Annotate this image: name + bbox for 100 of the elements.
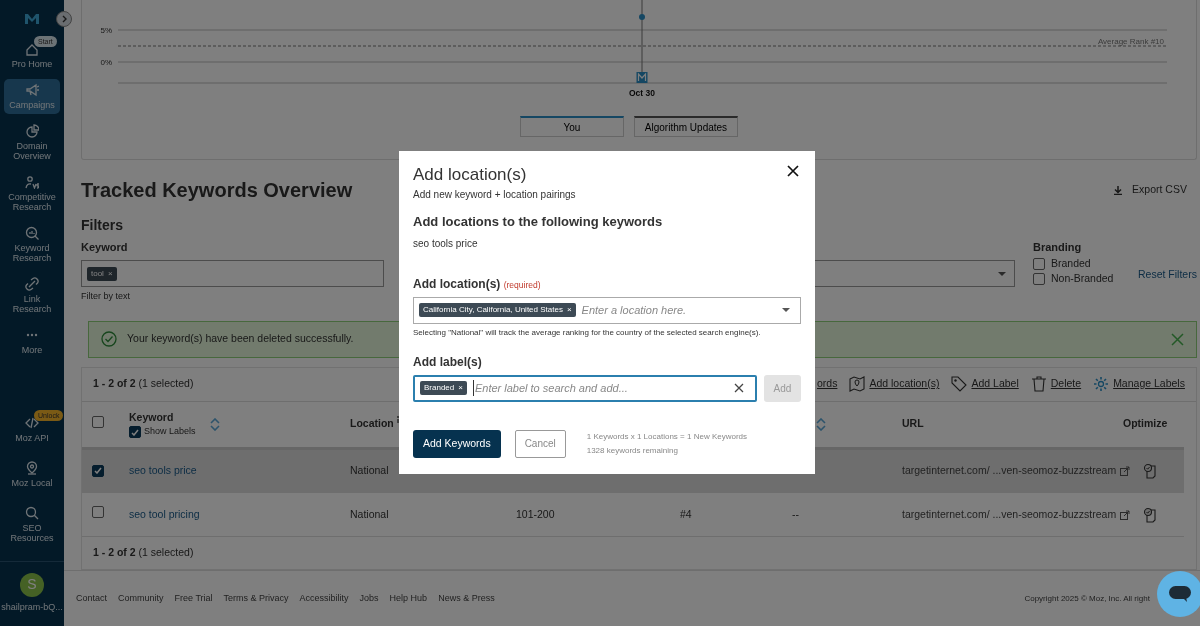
toolbar-button[interactable]: Delete (1030, 376, 1082, 392)
checkbox[interactable] (92, 415, 104, 428)
help-text: Selecting "National" will track the average ranking for the country of the selected search engine(s). (413, 326, 762, 339)
check-circle-icon (101, 331, 117, 347)
footer-link[interactable]: Free Trial (174, 591, 213, 606)
close-icon (1170, 332, 1184, 346)
chevron-icon (60, 15, 68, 23)
filter-chip[interactable]: tool × (87, 266, 117, 281)
info-icon (395, 416, 400, 425)
label-chip[interactable]: Branded × (420, 381, 467, 395)
add-keywords-button[interactable]: Add Keywords (413, 429, 501, 458)
table-cell: 101-200 (516, 507, 555, 520)
modal-title: Add location(s) (413, 165, 527, 185)
sort-icon[interactable] (816, 417, 826, 431)
alert-message: Your keyword(s) have been deleted successfully. (127, 331, 354, 347)
caret-icon (998, 271, 1006, 276)
toolbar-button[interactable]: ords (817, 376, 838, 392)
close-button[interactable] (787, 165, 799, 177)
sidebar-item[interactable]: Link Research (4, 273, 60, 318)
column-header: Location (350, 416, 394, 432)
footer-link[interactable]: Community (118, 591, 164, 606)
footer-link[interactable]: Accessibility (299, 591, 349, 606)
axis-label: 5% (100, 26, 112, 35)
expand-button[interactable] (56, 11, 72, 27)
column-header: Optimize (1123, 417, 1168, 430)
code-icon (25, 415, 39, 430)
section-heading: Filters (81, 217, 123, 233)
person-versus-icon (25, 175, 39, 189)
reference-label: Average Rank #10 (1097, 37, 1164, 46)
sidebar-item[interactable]: Competitive Research (4, 171, 60, 216)
chat-icon (1168, 585, 1192, 603)
summary-text: 1 Keywords x 1 Locations = 1 New Keywords (586, 430, 747, 443)
map-icon (849, 376, 866, 392)
field-label: Branding (1033, 240, 1083, 255)
toolbar-button[interactable]: Add location(s) (849, 376, 940, 392)
document-check-icon[interactable] (1143, 463, 1159, 479)
footer-link[interactable]: News & Press (438, 591, 495, 606)
label-field[interactable]: Branded × Enter label to search and add... (413, 374, 757, 402)
footer-link[interactable]: Help Hub (389, 591, 428, 606)
sidebar-item[interactable]: More (4, 324, 60, 359)
url-link[interactable]: targetinternet.com/ ...ven-seomoz-buzzstream (902, 506, 1117, 523)
checkbox[interactable] (92, 464, 104, 477)
field-label: Add label(s) (413, 353, 483, 371)
user-name: shailpram-bQ... (1, 600, 63, 614)
footer-link[interactable]: Contact (76, 591, 108, 606)
footer-link[interactable]: Jobs (359, 591, 379, 606)
show-labels-checkbox[interactable]: Show Labels (129, 425, 196, 439)
table-cell: National (350, 464, 389, 477)
download-icon (1113, 185, 1124, 195)
column-header: URL (902, 417, 924, 430)
checkbox[interactable] (92, 506, 104, 519)
reset-filters-link[interactable]: Reset Filters (1138, 267, 1197, 304)
url-link[interactable]: targetinternet.com/ ...ven-seomoz-buzzstream (902, 463, 1117, 479)
home-icon (25, 42, 39, 56)
branding-checkbox[interactable]: Non-Branded (1033, 271, 1123, 286)
export-link[interactable]: Export CSV (1113, 182, 1187, 198)
search-icon (25, 505, 39, 520)
toolbar-button[interactable]: Manage Labels (1093, 376, 1185, 392)
check-icon (94, 467, 102, 475)
external-link-icon[interactable] (1120, 466, 1131, 476)
footer-link[interactable]: Terms & Privacy (223, 591, 289, 606)
column-header: Keyword (129, 409, 175, 425)
megaphone-icon (25, 83, 39, 97)
close-icon (787, 165, 799, 177)
keyword-link[interactable]: seo tool pricing (129, 507, 200, 520)
field-label: Keyword (81, 240, 129, 255)
trash-icon (1030, 376, 1047, 392)
branding-checkbox[interactable]: Branded (1033, 256, 1123, 271)
chat-button[interactable] (1157, 571, 1200, 617)
pie-chart-icon (25, 124, 39, 138)
page-title: Tracked Keywords Overview (81, 178, 353, 202)
copyright-text: Copyright 2025 © Moz, Inc. All right (1024, 592, 1150, 605)
external-link-icon[interactable] (1120, 509, 1131, 520)
sidebar-item[interactable]: Campaigns (4, 79, 60, 114)
legend-button[interactable]: Algorithm Updates (633, 116, 738, 137)
link-icon (25, 277, 39, 291)
keyword-link[interactable]: seo tools price (129, 464, 197, 477)
caret-icon (782, 308, 790, 312)
update-marker-icon[interactable] (636, 72, 648, 83)
sidebar-item[interactable]: Domain Overview (4, 120, 60, 165)
map-pin-icon (25, 460, 39, 475)
keyword-filter-field[interactable]: tool × (81, 260, 384, 287)
magnifier-chart-icon (25, 226, 39, 240)
cancel-button[interactable]: Cancel (514, 429, 566, 458)
table-row[interactable]: seo tool pricing National 101-200 #4 -- targetinternet.com/ ...ven-seomoz-buzzstream (82, 492, 1184, 537)
location-chip[interactable]: California City, California, United States × (419, 303, 576, 317)
legend-button[interactable]: You (519, 116, 624, 137)
toolbar-button[interactable]: Add Label (951, 376, 1019, 392)
modal-subtitle: Add new keyword + location pairings (413, 188, 577, 202)
section-heading: Add locations to the following keywords (413, 213, 664, 231)
keyword-text: seo tools price (413, 236, 479, 251)
sidebar-item[interactable]: Keyword Research (4, 222, 60, 267)
location-field[interactable]: California City, California, United States × Enter a location here. (413, 296, 801, 324)
data-point[interactable] (639, 14, 645, 20)
sidebar-item[interactable]: SEO Resources (4, 501, 60, 547)
sort-icon[interactable] (209, 417, 220, 431)
clear-icon[interactable] (734, 383, 744, 393)
sidebar-item[interactable]: Moz Local (4, 456, 60, 492)
logo-icon (24, 12, 40, 26)
document-check-icon[interactable] (1143, 506, 1159, 523)
